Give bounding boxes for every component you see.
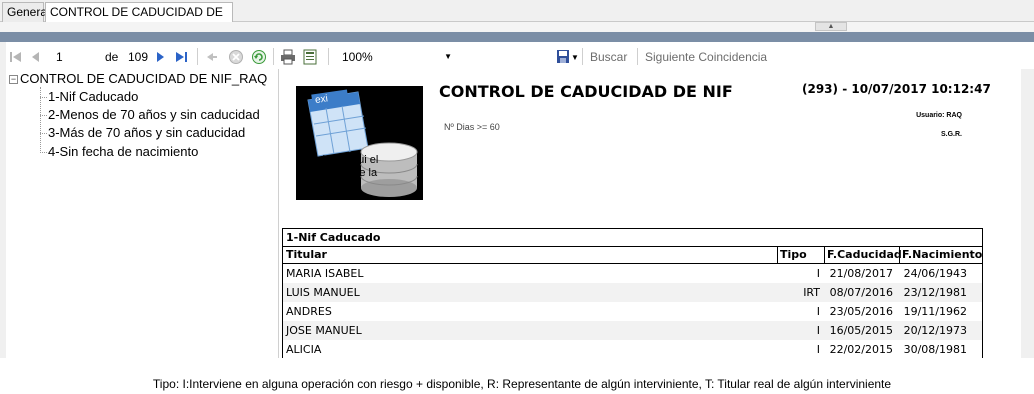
cell-titular: JOSE MANUEL: [286, 324, 362, 337]
cell-tipo: IRT: [803, 286, 820, 299]
tree-connector: [40, 152, 47, 153]
tree-connector: [40, 97, 47, 98]
page-total: 109: [128, 50, 149, 64]
column-header-fcaducidad: F.Caducidad: [824, 247, 902, 263]
tree-item-nif-caducado[interactable]: 1-Nif Caducado: [48, 89, 138, 105]
tab-control-caducidad[interactable]: CONTROL DE CADUCIDAD DE NIF: [45, 2, 233, 37]
tab-bar: General CONTROL DE CADUCIDAD DE NIF: [0, 0, 1034, 37]
zoom-value: 100%: [342, 50, 373, 64]
toolbar-separator: [582, 48, 583, 65]
toolbar-separator: [637, 48, 638, 65]
cell-tipo: I: [816, 343, 820, 356]
cell-fnacimiento: 24/06/1943: [903, 267, 967, 280]
header-accent-bar: [0, 32, 1034, 42]
cell-fnacimiento: 30/08/1981: [903, 343, 967, 356]
logo-placeholder: exi Incluya aqui el Logotipo de la SGR: [296, 86, 423, 200]
section-title: 1-Nif Caducado: [283, 229, 982, 247]
table-row: MARIA ISABEL I 21/08/2017 24/06/1943: [283, 264, 982, 283]
report-timestamp: (293) - 10/07/2017 10:12:47: [802, 82, 991, 96]
toolbar-separator: [197, 48, 198, 65]
export-save-icon[interactable]: [556, 49, 572, 65]
next-page-icon[interactable]: [152, 49, 168, 65]
table-row: JOSE MANUEL I 16/05/2015 20/12/1973: [283, 321, 982, 340]
tab-spacer: [0, 22, 1034, 32]
tree-root-label: CONTROL DE CADUCIDAD DE NIF_RAQ: [20, 71, 268, 86]
chevron-down-icon: ▼: [444, 52, 452, 61]
tab-general[interactable]: General: [2, 2, 50, 22]
report-viewer-toolbar: 1 de 109 100% ▼ ▼ Buscar Siguiente Coinci…: [0, 42, 1034, 69]
page-number-input[interactable]: 1: [52, 48, 100, 66]
report-title: CONTROL DE CADUCIDAD DE NIF: [439, 82, 733, 101]
cell-titular: LUIS MANUEL: [286, 286, 360, 299]
tree-item-sin-fecha[interactable]: 4-Sin fecha de nacimiento: [48, 144, 198, 160]
report-page: exi Incluya aqui el Logotipo de la SGR C…: [280, 69, 1021, 358]
cell-fcaducidad: 22/02/2015: [829, 343, 893, 356]
table-row: ALICIA I 22/02/2015 30/08/1981: [283, 340, 982, 358]
cell-fnacimiento: 20/12/1973: [903, 324, 967, 337]
toolbar-separator: [328, 48, 329, 65]
first-page-icon[interactable]: [8, 49, 24, 65]
tree-connector: [40, 133, 47, 134]
page-layout-icon[interactable]: [302, 49, 318, 65]
cell-titular: ALICIA: [286, 343, 322, 356]
tree-connector: [40, 115, 47, 116]
cell-tipo: I: [816, 324, 820, 337]
print-icon[interactable]: [280, 49, 296, 65]
cell-fnacimiento: 23/12/1981: [903, 286, 967, 299]
cell-fcaducidad: 16/05/2015: [829, 324, 893, 337]
zoom-select[interactable]: 100% ▼: [336, 48, 456, 66]
toolbar-separator: [273, 48, 274, 65]
export-dropdown-icon[interactable]: ▼: [571, 50, 579, 66]
page-of-label: de: [105, 50, 119, 64]
report-org: S.G.R.: [940, 131, 962, 138]
previous-page-icon[interactable]: [28, 49, 44, 65]
splitter-collapse-handle[interactable]: ▲: [815, 22, 847, 31]
stop-icon[interactable]: [228, 49, 244, 65]
next-match-link[interactable]: Siguiente Coincidencia: [645, 49, 767, 65]
cell-fcaducidad: 08/07/2016: [829, 286, 893, 299]
search-link[interactable]: Buscar: [590, 49, 627, 65]
cell-fcaducidad: 21/08/2017: [829, 267, 893, 280]
report-user: Usuario: RAQ: [916, 112, 962, 119]
results-table: 1-Nif Caducado Titular Tipo F.Caducidad …: [282, 228, 983, 358]
tree-root[interactable]: − CONTROL DE CADUCIDAD DE NIF_RAQ: [9, 71, 267, 87]
refresh-icon[interactable]: [251, 49, 267, 65]
cell-fcaducidad: 23/05/2016: [829, 305, 893, 318]
logo-placeholder-text: Incluya aqui el Logotipo de la SGR: [308, 154, 379, 192]
table-row: ANDRES I 23/05/2016 19/11/1962: [283, 302, 982, 321]
table-header: Titular Tipo F.Caducidad F.Nacimiento: [283, 247, 982, 264]
cell-titular: MARIA ISABEL: [286, 267, 364, 280]
vertical-scrollbar[interactable]: [1021, 69, 1034, 358]
column-header-fnacimiento: F.Nacimiento: [899, 247, 983, 263]
table-row: LUIS MANUEL IRT 08/07/2016 23/12/1981: [283, 283, 982, 302]
tree-item-mas-70[interactable]: 3-Más de 70 años y sin caducidad: [48, 125, 245, 141]
column-header-titular: Titular: [286, 248, 327, 261]
back-icon[interactable]: [204, 49, 220, 65]
column-header-tipo: Tipo: [777, 247, 824, 263]
cell-fnacimiento: 19/11/1962: [903, 305, 967, 318]
cell-tipo: I: [816, 267, 820, 280]
cell-titular: ANDRES: [286, 305, 332, 318]
report-filter: Nº Dias >= 60: [444, 122, 500, 132]
cell-tipo: I: [816, 305, 820, 318]
collapse-icon[interactable]: −: [9, 75, 18, 84]
legend-footnote: Tipo: I:Interviene en alguna operación c…: [152, 377, 892, 391]
last-page-icon[interactable]: [173, 49, 189, 65]
document-map: − CONTROL DE CADUCIDAD DE NIF_RAQ 1-Nif C…: [6, 69, 279, 358]
tree-item-menos-70[interactable]: 2-Menos de 70 años y sin caducidad: [48, 107, 260, 123]
